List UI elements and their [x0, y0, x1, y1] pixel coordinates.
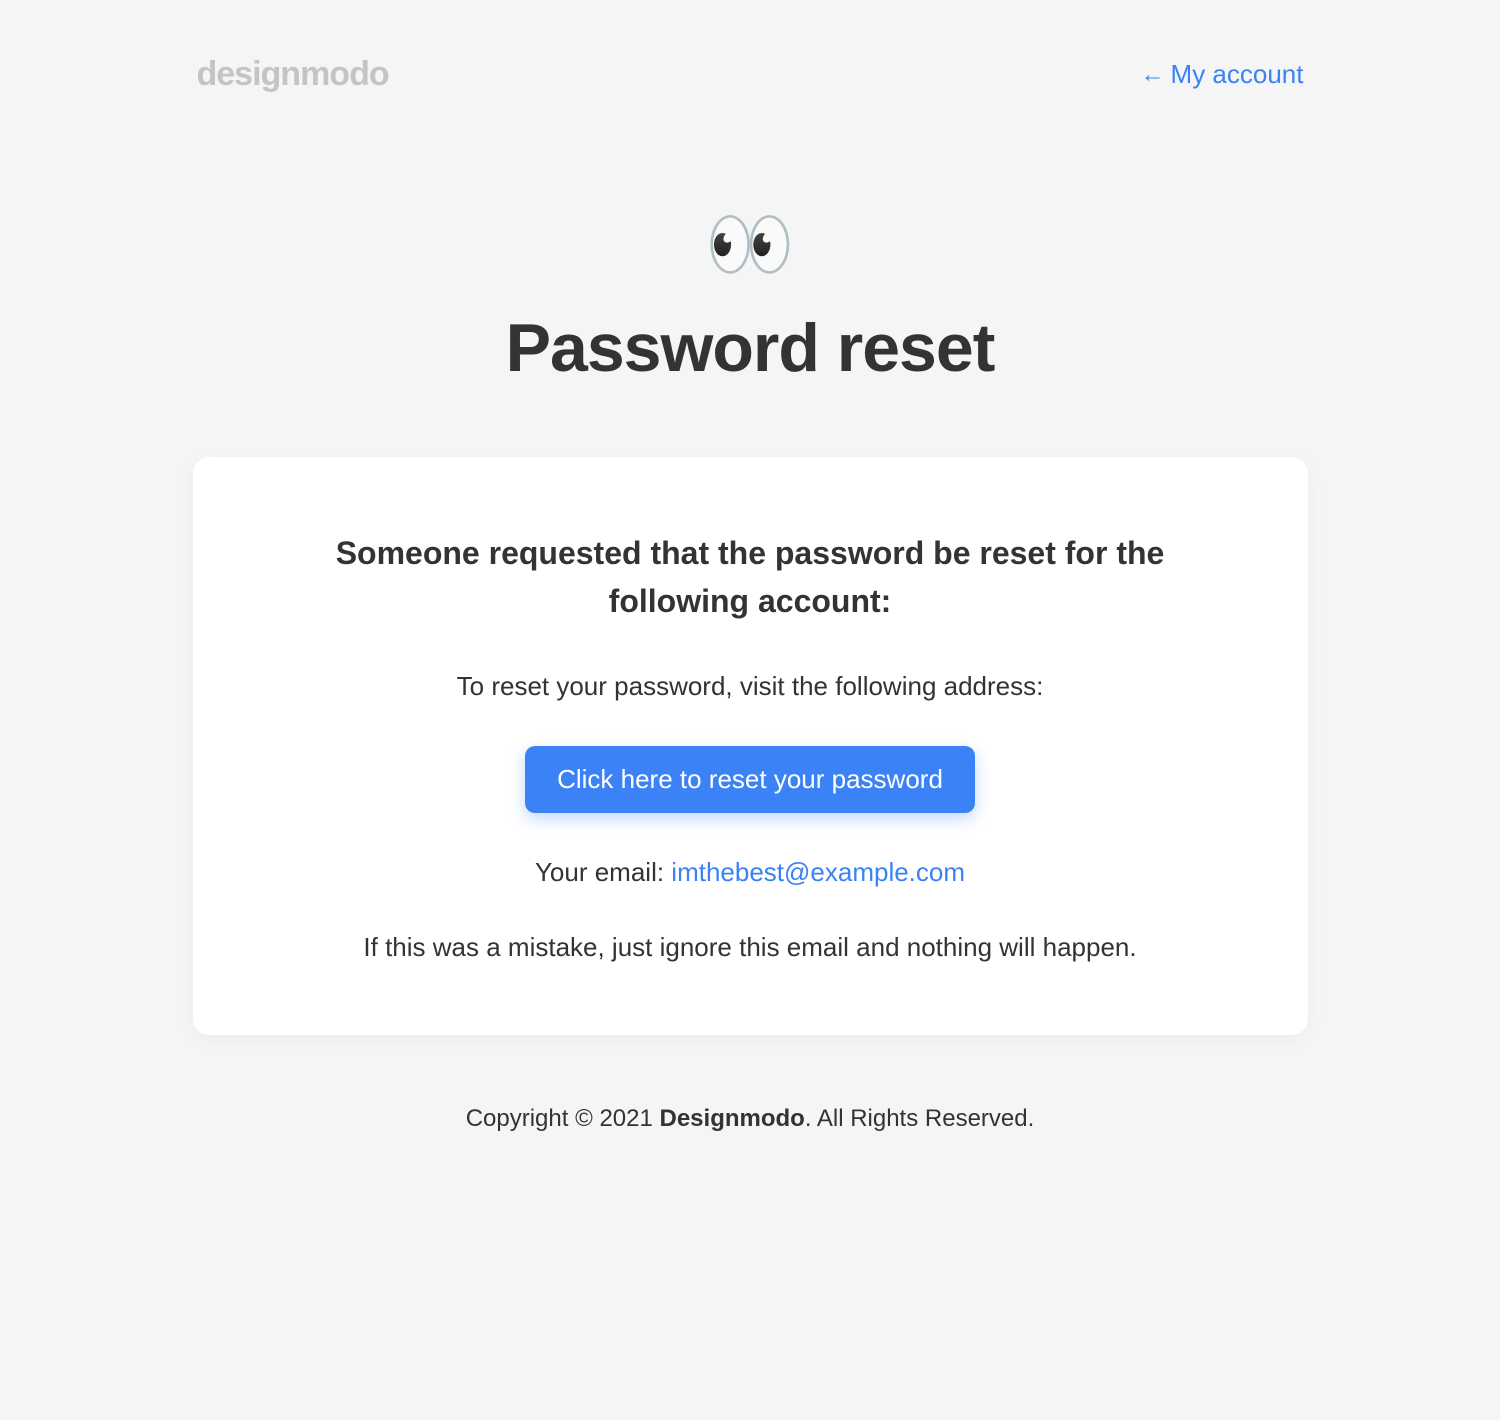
email-label: Your email: — [535, 857, 671, 887]
hero-section: 👀 Password reset — [193, 209, 1308, 387]
my-account-label: My account — [1171, 59, 1304, 90]
my-account-link[interactable]: ← My account — [1141, 59, 1304, 90]
email-link[interactable]: imthebest@example.com — [671, 857, 965, 887]
eyes-icon: 👀 — [193, 209, 1308, 281]
mistake-text: If this was a mistake, just ignore this … — [283, 932, 1218, 963]
arrow-left-icon: ← — [1141, 61, 1165, 89]
brand-name: Designmodo — [660, 1105, 805, 1132]
content-card: Someone requested that the password be r… — [193, 457, 1308, 1035]
reset-password-button[interactable]: Click here to reset your password — [525, 746, 975, 813]
email-line: Your email: imthebest@example.com — [283, 857, 1218, 888]
card-heading: Someone requested that the password be r… — [283, 529, 1218, 625]
instruction-text: To reset your password, visit the follow… — [283, 671, 1218, 702]
footer: Copyright © 2021 Designmodo. All Rights … — [193, 1105, 1308, 1193]
logo: designmodo — [197, 55, 389, 94]
copyright-prefix: Copyright © 2021 — [466, 1105, 660, 1132]
header: designmodo ← My account — [193, 55, 1308, 94]
page-title: Password reset — [193, 309, 1308, 387]
copyright-suffix: . All Rights Reserved. — [805, 1105, 1034, 1132]
